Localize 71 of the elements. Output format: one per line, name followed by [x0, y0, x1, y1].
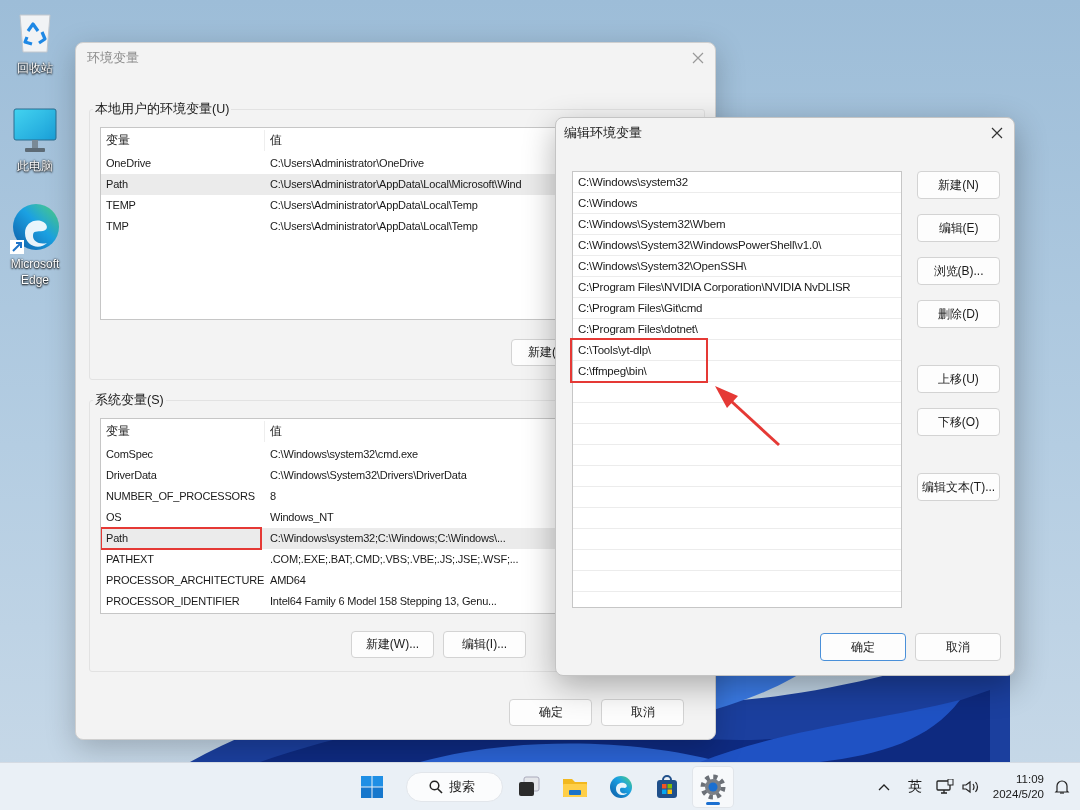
search-button[interactable]: 搜索 [406, 771, 503, 802]
dialog-button[interactable]: 删除(D) [917, 300, 1000, 328]
dialog-button[interactable]: 取消 [915, 633, 1001, 661]
chevron-up-icon[interactable] [877, 782, 890, 791]
dialog-button[interactable]: 编辑(I)... [443, 631, 526, 658]
table-cell-text: NUMBER_OF_PROCESSORS [105, 489, 256, 504]
speaker-icon[interactable] [961, 779, 980, 794]
table-cell-text: ComSpec [105, 447, 154, 462]
table-cell-text: TMP [105, 219, 130, 234]
dialog-button[interactable]: 确定 [509, 699, 592, 726]
list-item[interactable]: C:\Windows\System32\WindowsPowerShell\v1.0\ [573, 235, 901, 256]
group-label: 本地用户的环境变量(U) [94, 101, 231, 117]
table-cell-text: C:\Windows\system32;C:\Windows;C:\Windows\... [269, 531, 507, 546]
table-cell-text: C:\Windows\System32\Drivers\DriverData [269, 468, 468, 483]
table-cell-text: TEMP [105, 198, 137, 213]
edge-browser-icon [609, 774, 633, 799]
dialog-button[interactable]: 新建(N) [917, 171, 1000, 199]
table-cell-text: PROCESSOR_ARCHITECTURE [105, 573, 265, 588]
list-item[interactable]: C:\Windows [573, 193, 901, 214]
dialog-button[interactable]: 取消 [601, 699, 684, 726]
dialog-button[interactable]: 上移(U) [917, 365, 1000, 393]
edge-browser-icon[interactable] [9, 203, 61, 255]
column-header[interactable]: 值 [265, 130, 287, 151]
settings-icon [700, 773, 726, 800]
column-header[interactable]: 变量 [101, 421, 265, 442]
list-item[interactable]: C:\Windows\System32\OpenSSH\ [573, 256, 901, 277]
table-cell-text: C:\Users\Administrator\AppData\Local\Temp [269, 198, 479, 213]
table-cell: Path [101, 528, 261, 549]
store-bag-icon [655, 774, 679, 799]
table-cell-text: C:\Users\Administrator\OneDrive [269, 156, 425, 171]
table-cell-text: DriverData [105, 468, 158, 483]
dialog-button[interactable]: 确定 [820, 633, 906, 661]
table-cell-text: PROCESSOR_IDENTIFIER [105, 594, 241, 609]
table-cell-text: C:\Windows\system32\cmd.exe [269, 447, 420, 462]
window-title: 编辑环境变量 [564, 124, 642, 142]
table-cell-text: Intel64 Family 6 Model 158 Stepping 13, Genu... [269, 594, 498, 609]
table-cell-text: OneDrive [105, 156, 152, 171]
dialog-button[interactable]: 浏览(B)... [917, 257, 1000, 285]
list-item[interactable]: C:\Tools\yt-dlp\ [573, 340, 901, 361]
column-header[interactable]: 变量 [101, 130, 265, 151]
list-item[interactable]: C:\ffmpeg\bin\ [573, 361, 901, 382]
table-cell-text: .COM;.EXE;.BAT;.CMD;.VBS;.VBE;.JS;.JSE;.WSF;... [269, 552, 520, 567]
windows-logo-icon [361, 775, 383, 798]
table-cell-text: Windows_NT [269, 510, 335, 525]
list-item[interactable]: C:\Program Files\NVIDIA Corporation\NVIDIA NvDLISR [573, 277, 901, 298]
table-cell-text: PATHEXT [105, 552, 155, 567]
task-view-icon [517, 775, 541, 798]
list-item[interactable]: C:\Windows\System32\Wbem [573, 214, 901, 235]
list-item[interactable]: C:\Program Files\dotnet\ [573, 319, 901, 340]
table-cell-text: C:\Users\Administrator\AppData\Local\Temp [269, 219, 479, 234]
search-icon [429, 779, 443, 794]
column-header[interactable]: 值 [265, 421, 287, 442]
list-item[interactable]: C:\Windows\system32 [573, 172, 901, 193]
clock[interactable]: 11:09 2024/5/20 [992, 771, 1044, 802]
table-cell-text: AMD64 [269, 573, 307, 588]
dialog-button[interactable]: 新建(W)... [351, 631, 434, 658]
input-language-indicator[interactable]: 英 [898, 766, 931, 807]
group-label: 系统变量(S) [94, 392, 165, 408]
list-item[interactable]: C:\Program Files\Git\cmd [573, 298, 901, 319]
dialog-button[interactable]: 下移(O) [917, 408, 1000, 436]
notification-bell-icon[interactable] [1054, 778, 1070, 795]
monitor-icon[interactable] [13, 108, 57, 154]
table-cell-text: 8 [269, 489, 277, 504]
window-title: 环境变量 [87, 49, 139, 67]
close-icon[interactable] [991, 127, 1003, 139]
table-cell-text: OS [105, 510, 123, 525]
dialog-button[interactable]: 编辑(E) [917, 214, 1000, 242]
table-cell-text: C:\Users\Administrator\AppData\Local\Microsoft\Wind [269, 177, 523, 192]
table-cell-text: Path [105, 177, 129, 192]
network-monitor-icon[interactable] [935, 778, 954, 795]
dialog-button[interactable]: 编辑文本(T)... [917, 473, 1000, 501]
